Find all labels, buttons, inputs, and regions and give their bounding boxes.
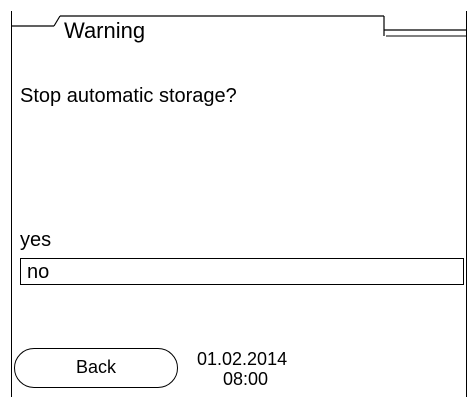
frame-left-border <box>11 11 12 397</box>
status-date: 01.02.2014 <box>197 349 288 369</box>
option-yes[interactable]: yes <box>20 228 51 252</box>
back-softkey-label: Back <box>75 357 117 377</box>
option-no-label: no <box>27 261 50 283</box>
option-no-selected[interactable]: no <box>20 258 464 285</box>
dialog-message: Stop automatic storage? <box>20 85 237 107</box>
status-time: 08:00 <box>223 369 269 389</box>
frame-right-border <box>466 11 467 397</box>
dialog-title: Warning <box>64 18 146 43</box>
back-softkey-button[interactable]: Back <box>14 348 178 388</box>
